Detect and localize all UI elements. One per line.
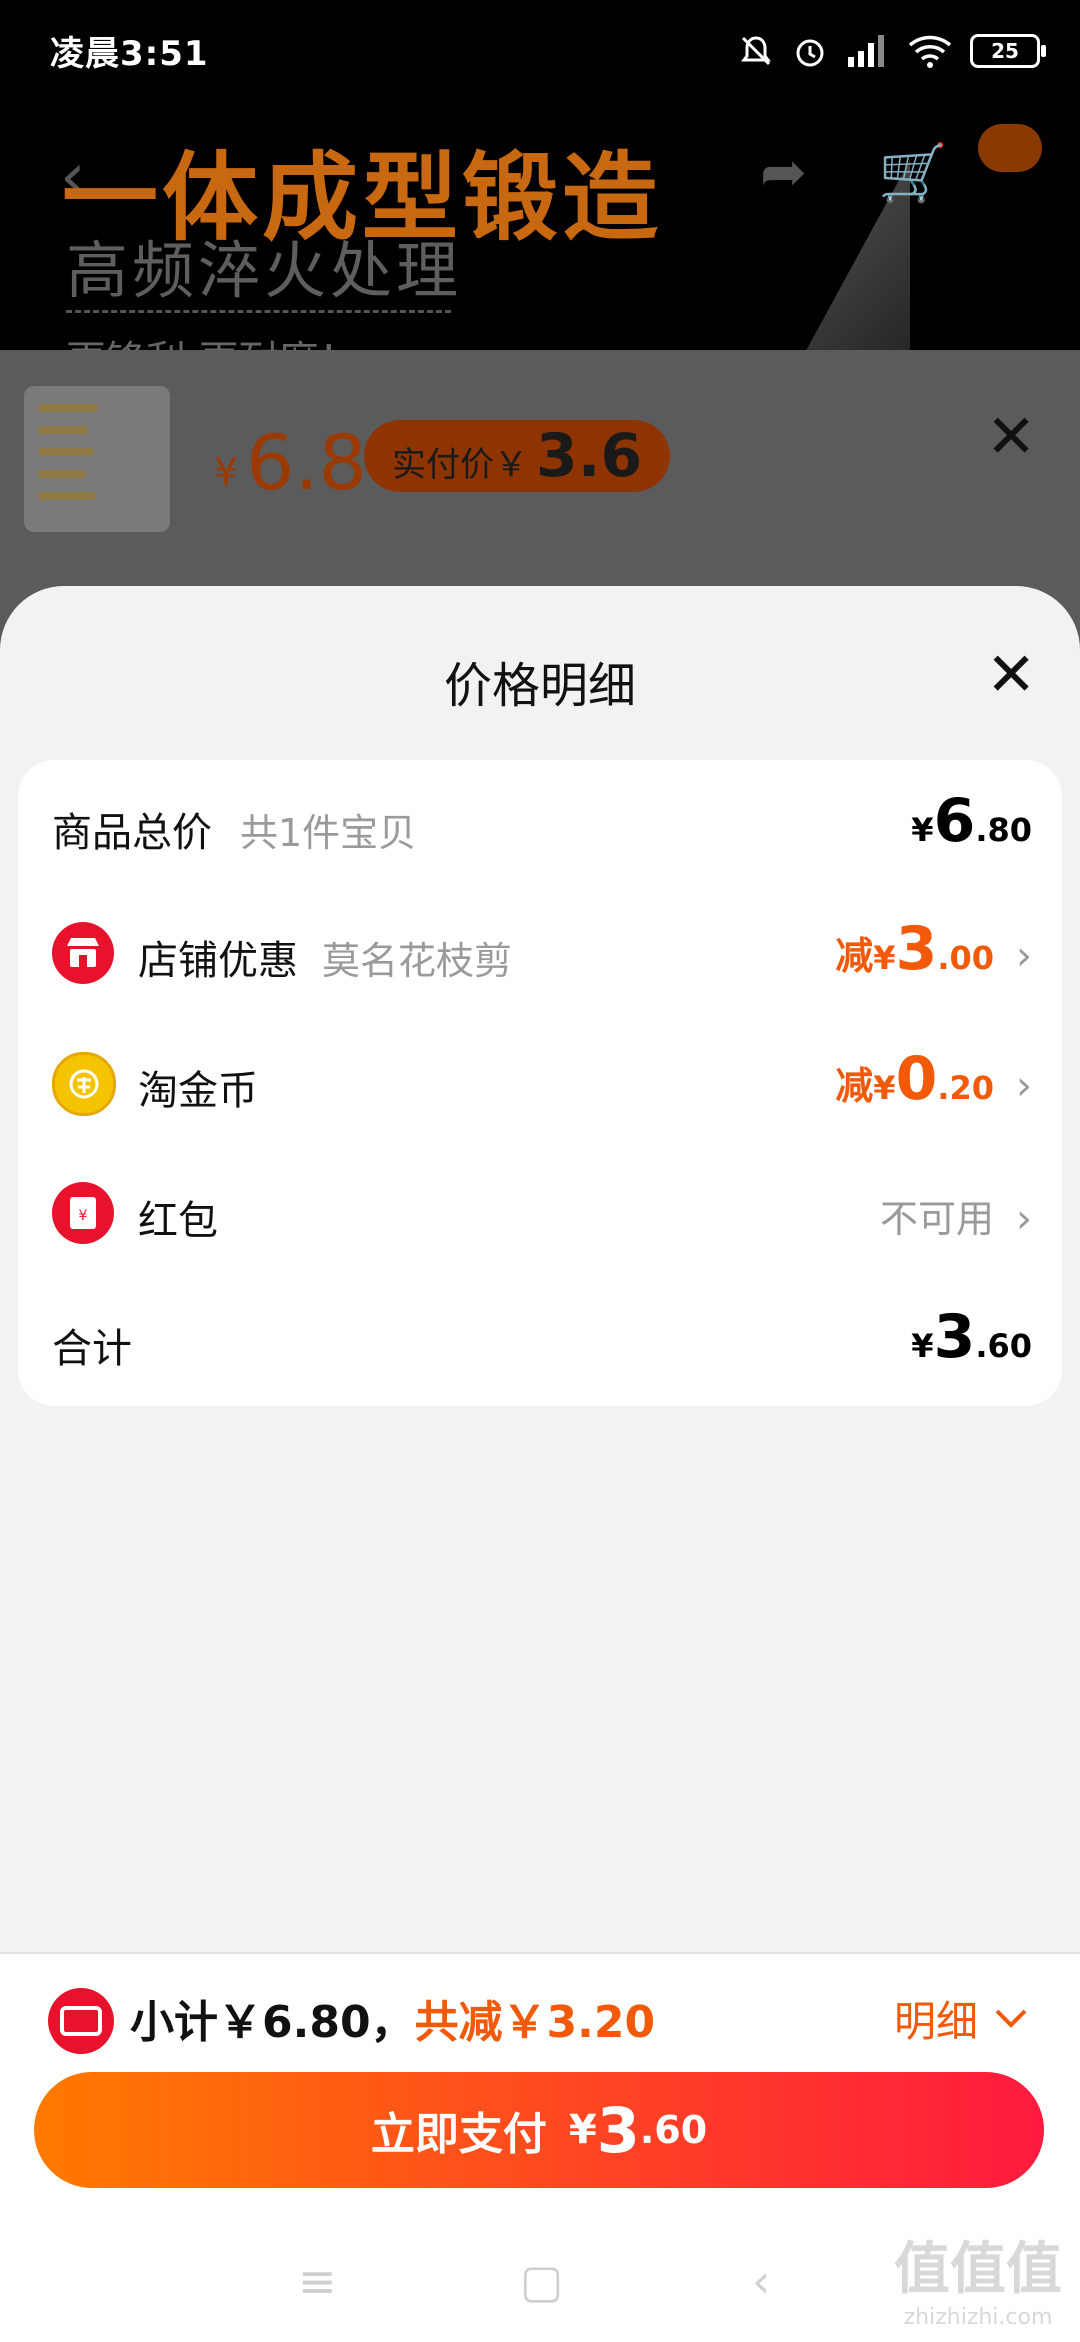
chevron-right-icon: › [1016,933,1032,979]
row-status: 不可用 › [880,1174,1032,1242]
row-sub: 莫名花枝剪 [322,939,513,983]
row-amount: ¥ 6 .80 [911,786,1032,856]
detail-toggle[interactable]: 明细 [894,1988,1028,2049]
row-label: 店铺优惠 [138,938,298,984]
amount-dec: .80 [975,811,1032,849]
pay-yen: ¥ [568,2107,597,2153]
watermark-main: 值值值 [894,2237,1062,2302]
cart-icon[interactable]: 🛒 [878,140,948,206]
chevron-right-icon: › [1016,1063,1032,1109]
row-amount: 减 ¥ 0 .20 › [835,1044,1032,1114]
status-bar: 凌晨3:51 25 [0,0,1080,100]
wifi-icon [908,35,952,68]
product-banner: ‹ 一体成型锻造 高频淬火处理 更锋利 更耐磨！ ➦ 🛒 [0,100,1080,350]
pay-label: 立即支付 [370,2109,547,2160]
banner-subheadline: 高频淬火处理 [66,234,463,307]
chevron-down-icon [995,2009,1027,2028]
amount-yen: ¥ [873,1069,896,1107]
amount-yen: ¥ [911,1327,934,1365]
store-icon [52,922,114,984]
amount-prefix: 减 [835,934,874,978]
status-icons: 25 [738,26,1046,76]
row-label: 商品总价 [52,810,212,856]
menu-nav-icon[interactable]: ≡ [298,2254,337,2308]
sheet-close-icon[interactable]: ✕ [986,640,1036,710]
watermark: 值值值 zhizhizhi.com [894,2224,1062,2330]
share-icon[interactable]: ➦ [760,140,807,205]
product-thumbnail [24,386,170,532]
row-goods-total: 商品总价 共1件宝贝 ¥ 6 .80 [18,760,1062,890]
savings-value: 共减￥3.20 [414,1997,656,2048]
row-label: 合计 [52,1326,132,1372]
amount-dec: .20 [937,1069,994,1107]
row-label: 红包 [138,1198,218,1244]
product-price: 6.8 [246,418,367,507]
product-strip: ¥ 6.8 实付价￥ 3.6 ✕ [0,350,1080,590]
amount-int: 6 [933,786,976,856]
subtotal-value: 小计￥6.80， [130,1997,415,2048]
status-time: 凌晨3:51 [50,34,209,74]
amount-prefix: 减 [835,1064,874,1108]
alarm-icon [796,39,824,67]
pay-int: 3 [596,2093,640,2167]
back-nav-icon[interactable]: ‹ [752,2254,770,2308]
subtotal-text: 小计￥6.80，共减￥3.20 [130,1986,655,2050]
row-store-discount[interactable]: 店铺优惠 莫名花枝剪 减 ¥ 3 .00 › [18,888,1062,1018]
row-amount: 减 ¥ 3 .00 › [835,914,1032,984]
row-label: 淘金币 [138,1068,258,1114]
amount-yen: ¥ [873,939,896,977]
row-grand-total: 合计 ¥ 3 .60 [18,1276,1062,1406]
signal-icon [848,35,884,67]
battery-indicator: 25 [970,34,1046,68]
strip-close-icon[interactable]: ✕ [986,402,1036,472]
checkout-bar: 小计￥6.80，共减￥3.20 明细 立即支付 ¥ 3 .60 ≡ ▢ ‹ 值值… [0,1952,1080,2342]
pay-dec: .60 [639,2108,708,2152]
row-amount: ¥ 3 .60 [911,1302,1032,1372]
amount-yen: ¥ [911,811,934,849]
amount-int: 3 [933,1302,976,1372]
gold-coin-icon [52,1052,116,1116]
row-red-packet[interactable]: ¥ 红包 不可用 › [18,1148,1062,1278]
more-menu-button[interactable] [978,124,1042,172]
amount-dec: .60 [975,1327,1032,1365]
row-status-text: 不可用 [879,1197,994,1241]
home-nav-icon[interactable]: ▢ [520,2254,563,2308]
red-packet-icon: ¥ [52,1182,114,1244]
amount-int: 0 [895,1044,938,1114]
row-taojinbi[interactable]: 淘金币 减 ¥ 0 .20 › [18,1018,1062,1148]
coupon-icon [48,1988,114,2054]
amount-dec: .00 [937,939,994,977]
svg-text:¥: ¥ [79,1208,88,1224]
watermark-sub: zhizhizhi.com [903,2305,1053,2330]
price-breakdown-card: 商品总价 共1件宝贝 ¥ 6 .80 店铺优惠 莫名花枝剪 减 ¥ 3 .00 … [18,760,1062,1406]
realpay-value: 3.6 [536,421,643,491]
banner-divider [66,310,451,313]
mute-icon [741,36,771,66]
realpay-label: 实付价￥ [392,445,528,485]
amount-int: 3 [895,914,938,984]
sheet-title: 价格明细 [443,658,636,714]
row-sub: 共1件宝贝 [240,811,417,855]
realpay-badge: 实付价￥ 3.6 [364,420,671,492]
banner-tagline: 更锋利 更耐磨！ [66,328,359,350]
product-price-yen: ¥ [214,450,239,494]
pay-now-button[interactable]: 立即支付 ¥ 3 .60 [34,2072,1044,2188]
chevron-right-icon: › [1016,1196,1032,1242]
detail-label: 明细 [893,1997,978,2046]
